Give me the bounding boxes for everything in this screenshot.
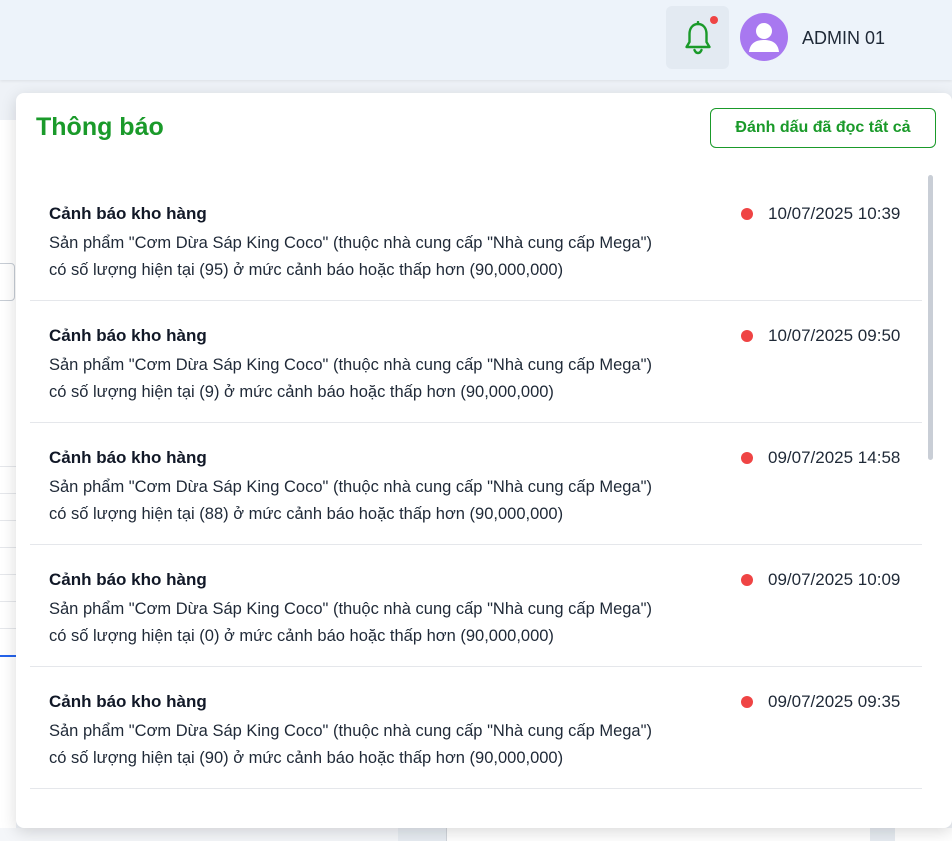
notification-time: 09/07/2025 09:35 (768, 692, 901, 711)
unread-indicator (741, 696, 753, 708)
bell-icon (684, 20, 711, 54)
notification-body-line: có số lượng hiện tại (0) ở mức cảnh báo … (49, 627, 554, 645)
notification-title: Cảnh báo kho hàng (49, 692, 207, 711)
background-page (0, 120, 16, 840)
notification-title: Cảnh báo kho hàng (49, 326, 207, 345)
notification-body: Sản phẩm "Cơm Dừa Sáp King Coco" (thuộc … (49, 352, 709, 406)
user-avatar-icon (749, 23, 779, 52)
notification-body: Sản phẩm "Cơm Dừa Sáp King Coco" (thuộc … (49, 596, 709, 650)
user-name[interactable]: ADMIN 01 (802, 28, 885, 49)
unread-indicator (741, 208, 753, 220)
mark-all-read-button[interactable]: Đánh dấu đã đọc tất cả (710, 108, 936, 148)
notification-body-line: Sản phẩm "Cơm Dừa Sáp King Coco" (thuộc … (49, 234, 652, 252)
background-divider (0, 520, 16, 521)
notification-title: Cảnh báo kho hàng (49, 204, 207, 223)
panel-title: Thông báo (36, 113, 164, 141)
notification-time: 10/07/2025 10:39 (768, 204, 901, 223)
scrollbar-thumb[interactable] (928, 175, 933, 460)
notification-body-line: có số lượng hiện tại (88) ở mức cảnh báo… (49, 505, 564, 523)
notification-body: Sản phẩm "Cơm Dừa Sáp King Coco" (thuộc … (49, 474, 709, 528)
notification-list: Cảnh báo kho hàng Sản phẩm "Cơm Dừa Sáp … (30, 179, 922, 809)
notification-item[interactable]: Cảnh báo kho hàng Sản phẩm "Cơm Dừa Sáp … (30, 667, 922, 789)
notification-item[interactable]: Cảnh báo kho hàng Sản phẩm "Cơm Dừa Sáp … (30, 179, 922, 301)
unread-indicator (741, 452, 753, 464)
notification-time: 10/07/2025 09:50 (768, 326, 901, 345)
notification-title: Cảnh báo kho hàng (49, 448, 207, 467)
notification-time: 09/07/2025 10:09 (768, 570, 901, 589)
unread-indicator (741, 330, 753, 342)
notification-badge-dot (710, 16, 718, 24)
notification-body-line: Sản phẩm "Cơm Dừa Sáp King Coco" (thuộc … (49, 478, 652, 496)
notification-time: 09/07/2025 14:58 (768, 448, 901, 467)
background-collapse-button (0, 263, 15, 301)
notification-bell-button[interactable] (666, 6, 729, 69)
background-card (895, 828, 952, 841)
notification-body-line: có số lượng hiện tại (9) ở mức cảnh báo … (49, 383, 554, 401)
background-divider (0, 466, 16, 467)
background-card (446, 828, 870, 841)
notification-title: Cảnh báo kho hàng (49, 570, 207, 589)
background-divider (0, 574, 16, 575)
background-divider (0, 601, 16, 602)
background-divider (0, 547, 16, 548)
notification-body-line: có số lượng hiện tại (90) ở mức cảnh báo… (49, 749, 564, 767)
notification-item[interactable]: Cảnh báo kho hàng Sản phẩm "Cơm Dừa Sáp … (30, 301, 922, 423)
notification-body-line: có số lượng hiện tại (95) ở mức cảnh báo… (49, 261, 564, 279)
notification-item[interactable]: Cảnh báo kho hàng Sản phẩm "Cơm Dừa Sáp … (30, 545, 922, 667)
notifications-panel: Thông báo Đánh dấu đã đọc tất cả Cảnh bá… (16, 93, 952, 828)
notification-item[interactable]: Cảnh báo kho hàng Sản phẩm "Cơm Dừa Sáp … (30, 423, 922, 545)
avatar[interactable] (740, 13, 788, 61)
unread-indicator (741, 574, 753, 586)
notification-body-line: Sản phẩm "Cơm Dừa Sáp King Coco" (thuộc … (49, 356, 652, 374)
background-divider (0, 493, 16, 494)
notification-body-line: Sản phẩm "Cơm Dừa Sáp King Coco" (thuộc … (49, 600, 652, 618)
notification-body: Sản phẩm "Cơm Dừa Sáp King Coco" (thuộc … (49, 230, 709, 284)
background-divider (0, 628, 16, 629)
background-card (0, 828, 398, 841)
notification-body: Sản phẩm "Cơm Dừa Sáp King Coco" (thuộc … (49, 718, 709, 772)
notification-body-line: Sản phẩm "Cơm Dừa Sáp King Coco" (thuộc … (49, 722, 652, 740)
background-accent-line (0, 655, 16, 657)
